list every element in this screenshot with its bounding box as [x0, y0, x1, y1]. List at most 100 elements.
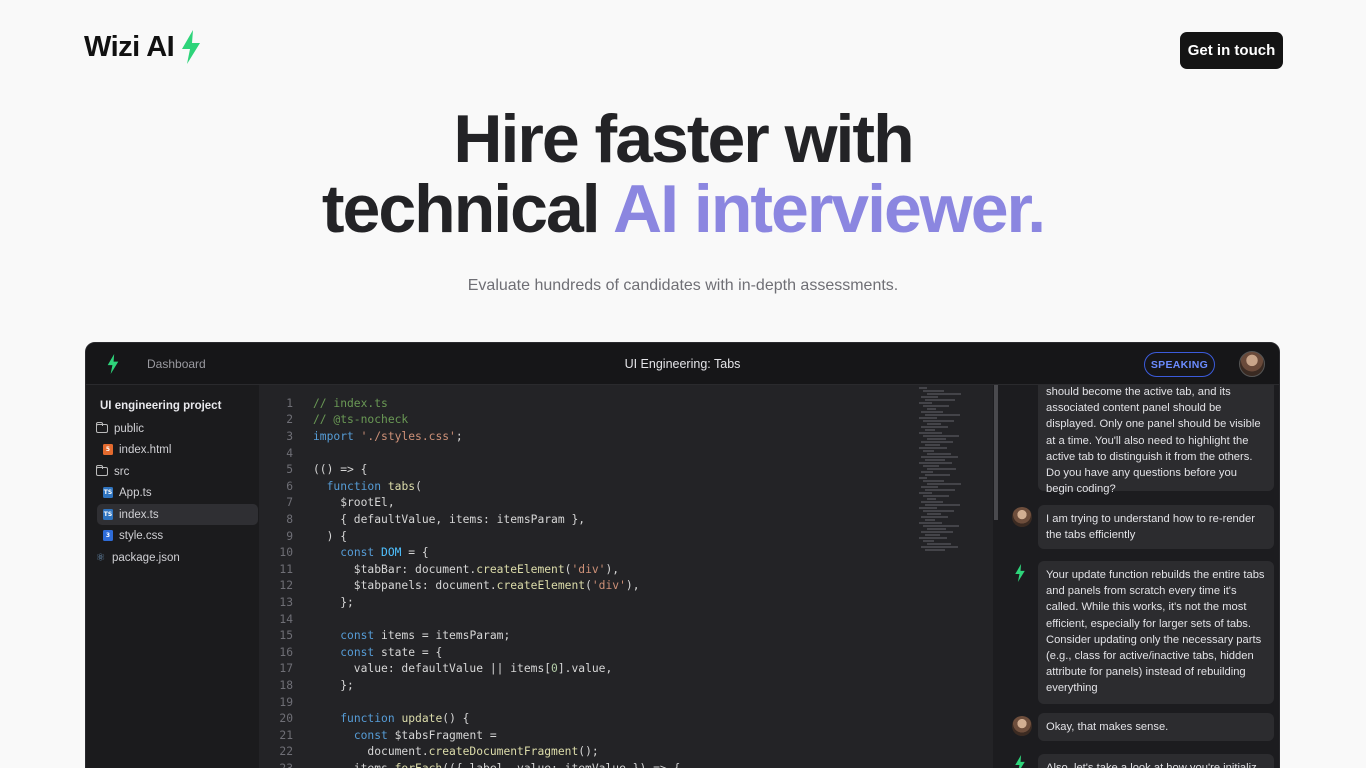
- ai-message: Also, let's take a look at how you're in…: [1038, 754, 1274, 768]
- code-text: { defaultValue, items: itemsParam },: [313, 512, 586, 526]
- line-number: 22: [279, 745, 293, 759]
- ai-message: should become the active tab, and its as…: [1038, 385, 1274, 495]
- minimap-line: [925, 429, 935, 431]
- tree-item-index-html[interactable]: 5 index.html: [103, 439, 171, 460]
- minimap-line: [921, 486, 938, 488]
- minimap-line: [923, 525, 959, 527]
- ts-file-icon: TS: [103, 509, 113, 520]
- code-line[interactable]: 4: [259, 445, 909, 462]
- minimap-line: [925, 504, 960, 506]
- ai-bolt-icon: [1015, 755, 1025, 768]
- tree-item-package-json[interactable]: ⚛ package.json: [95, 547, 180, 568]
- code-line[interactable]: 18 };: [259, 677, 909, 694]
- tree-item-style-css[interactable]: 3 style.css: [103, 525, 163, 546]
- minimap-line: [921, 456, 958, 458]
- code-line[interactable]: 13 };: [259, 594, 909, 611]
- user-message: Okay, that makes sense.: [1038, 713, 1274, 742]
- code-text: document.createDocumentFragment();: [313, 745, 599, 759]
- line-number: 19: [279, 695, 293, 709]
- minimap-line: [927, 468, 956, 470]
- tree-item-index-ts[interactable]: TS index.ts: [97, 504, 258, 525]
- minimap-line: [919, 447, 947, 449]
- code-line[interactable]: 1 // index.ts: [259, 395, 909, 412]
- code-line[interactable]: 7 $rootEl,: [259, 495, 909, 512]
- tree-item-public[interactable]: public: [96, 418, 144, 439]
- line-number: 20: [279, 712, 293, 726]
- speaking-status-badge: SPEAKING: [1144, 352, 1215, 377]
- code-line[interactable]: 11 $tabBar: document.createElement('div'…: [259, 561, 909, 578]
- code-text: };: [313, 595, 354, 609]
- minimap-line: [921, 441, 953, 443]
- tree-item-label: public: [114, 422, 145, 435]
- minimap-line: [925, 474, 950, 476]
- nav-dashboard-link[interactable]: Dashboard: [147, 357, 206, 371]
- line-number: 12: [279, 579, 293, 593]
- brand-logo[interactable]: Wizi AI: [84, 30, 202, 64]
- react-icon: ⚛: [95, 552, 106, 564]
- code-line[interactable]: 14: [259, 611, 909, 628]
- css-file-icon: 3: [103, 530, 113, 541]
- code-line[interactable]: 20 function update() {: [259, 710, 909, 727]
- minimap-line: [925, 534, 940, 536]
- ts-file-icon: TS: [103, 487, 113, 498]
- user-avatar[interactable]: [1239, 351, 1265, 377]
- get-in-touch-button[interactable]: Get in touch: [1180, 32, 1283, 69]
- code-line[interactable]: 22 document.createDocumentFragment();: [259, 744, 909, 761]
- hero-line-1: Hire faster with: [453, 101, 914, 177]
- tree-item-label: package.json: [112, 551, 180, 564]
- user-avatar-small: [1012, 716, 1032, 736]
- code-line[interactable]: 5 (() => {: [259, 461, 909, 478]
- line-number: 16: [279, 645, 293, 659]
- code-editor[interactable]: 1 // index.ts 2 // @ts-nocheck 3 import './st…: [259, 385, 993, 768]
- minimap-line: [919, 537, 947, 539]
- code-line[interactable]: 9 ) {: [259, 528, 909, 545]
- file-explorer: UI engineering project public 5 index.ht…: [86, 385, 259, 768]
- code-line[interactable]: 19: [259, 694, 909, 711]
- code-line[interactable]: 17 value: defaultValue || items[0].value…: [259, 661, 909, 678]
- minimap-line: [927, 543, 951, 545]
- code-line[interactable]: 16 const state = {: [259, 644, 909, 661]
- line-number: 7: [286, 496, 293, 510]
- minimap-line: [923, 450, 934, 452]
- folder-icon: [96, 422, 108, 433]
- tree-item-label: App.ts: [119, 486, 152, 499]
- minimap-line: [921, 411, 943, 413]
- line-number: 15: [279, 629, 293, 643]
- code-line[interactable]: 12 $tabpanels: document.createElement('d…: [259, 578, 909, 595]
- minimap-line: [921, 426, 948, 428]
- app-logo-bolt-icon[interactable]: [106, 354, 120, 374]
- line-number: 6: [286, 479, 293, 493]
- line-number: 18: [279, 678, 293, 692]
- line-number: 9: [286, 529, 293, 543]
- minimap-line: [927, 408, 936, 410]
- minimap-line: [925, 489, 955, 491]
- tree-item-src[interactable]: src: [96, 461, 129, 482]
- interview-chat: should become the active tab, and its as…: [998, 385, 1279, 768]
- code-line[interactable]: 2 // @ts-nocheck: [259, 412, 909, 429]
- minimap-line: [919, 462, 952, 464]
- code-line[interactable]: 8 { defaultValue, items: itemsParam },: [259, 511, 909, 528]
- minimap-line: [923, 390, 944, 392]
- code-text: $rootEl,: [313, 496, 395, 510]
- minimap-line: [921, 531, 953, 533]
- minimap-line: [921, 546, 958, 548]
- code-line[interactable]: 21 const $tabsFragment =: [259, 727, 909, 744]
- app-topbar: Dashboard UI Engineering: Tabs SPEAKING: [86, 343, 1279, 385]
- code-text: // index.ts: [313, 396, 388, 410]
- minimap-line: [919, 387, 927, 389]
- code-line[interactable]: 3 import './styles.css';: [259, 428, 909, 445]
- line-number: 4: [286, 446, 293, 460]
- code-line[interactable]: 23 items.forEach(({ label, value: itemVa…: [259, 760, 909, 768]
- minimap-line: [925, 459, 945, 461]
- editor-minimap[interactable]: [919, 385, 993, 560]
- minimap-line: [921, 516, 948, 518]
- code-line[interactable]: 15 const items = itemsParam;: [259, 627, 909, 644]
- tree-item-app-ts[interactable]: TS App.ts: [103, 482, 152, 503]
- code-line[interactable]: 6 function tabs(: [259, 478, 909, 495]
- code-line[interactable]: 10 const DOM = {: [259, 544, 909, 561]
- code-text: value: defaultValue || items[0].value,: [313, 662, 613, 676]
- minimap-line: [925, 549, 945, 551]
- ai-bolt-icon: [1015, 564, 1025, 582]
- code-text: items.forEach(({ label, value: itemValue…: [313, 762, 680, 768]
- minimap-line: [919, 492, 932, 494]
